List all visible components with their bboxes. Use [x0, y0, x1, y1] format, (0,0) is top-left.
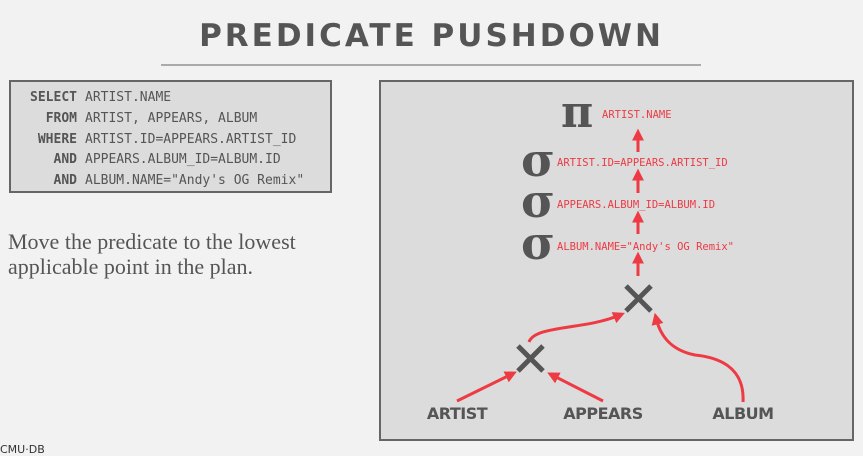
- query-plan-diagram: π σ σ σ ARTIST.NAME ARTIST.ID=APPEARS.AR…: [427, 87, 774, 423]
- flow-arrow: [547, 372, 604, 403]
- join-icon-bottom: [516, 344, 545, 373]
- footer-logo: CMU·DB: [0, 443, 45, 456]
- table-album: ALBUM: [712, 404, 773, 423]
- flow-arrow: [651, 312, 745, 403]
- table-appears: APPEARS: [563, 404, 643, 423]
- table-artist: ARTIST: [427, 404, 488, 423]
- projection-symbol: π: [561, 87, 593, 138]
- selection-label: ALBUM.NAME="Andy's OG Remix": [557, 241, 734, 253]
- selection-label: APPEARS.ALBUM_ID=ALBUM.ID: [557, 199, 715, 211]
- flow-arrow: [527, 312, 625, 343]
- projection-label: ARTIST.NAME: [602, 109, 672, 121]
- selection-symbol: σ: [521, 216, 555, 270]
- join-icon-top: [624, 284, 653, 313]
- selection-label: ARTIST.ID=APPEARS.ARTIST_ID: [557, 157, 728, 169]
- flow-arrow: [456, 371, 517, 403]
